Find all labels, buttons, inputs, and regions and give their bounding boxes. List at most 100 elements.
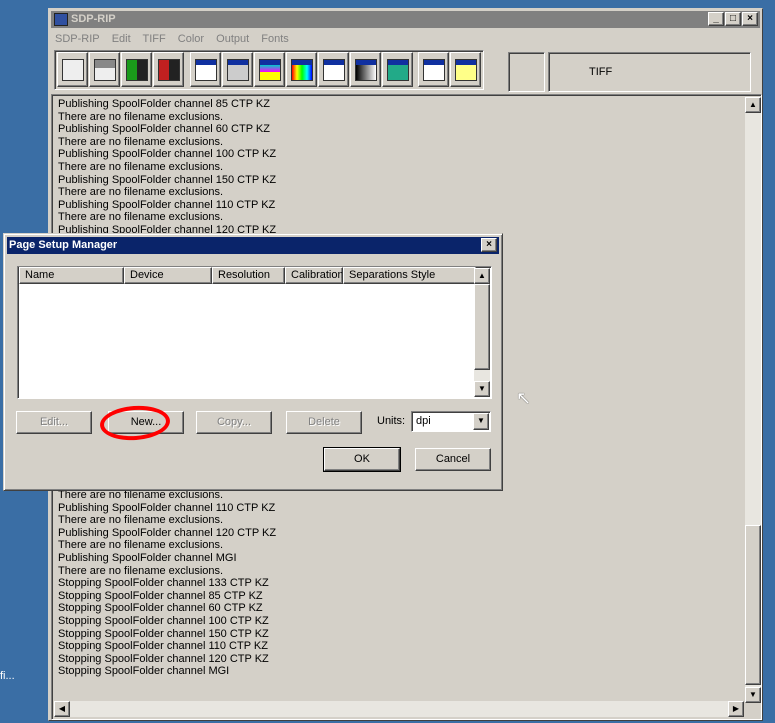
menu-bar: SDP-RIP Edit TIFF Color Output Fonts [55, 31, 298, 47]
toolbar-button-device[interactable] [222, 52, 253, 87]
toolbar-button-page-setup[interactable] [190, 52, 221, 87]
mouse-cursor-icon: ↖ [516, 388, 532, 408]
app-icon [54, 13, 68, 26]
start-traffic-light-icon [125, 58, 148, 81]
separations-icon [258, 58, 281, 81]
delete-button[interactable]: Delete [286, 411, 362, 434]
log-line: Stopping SpoolFolder channel 85 CTP KZ [58, 589, 263, 602]
screening-icon [354, 58, 377, 81]
log-line: Publishing SpoolFolder channel 110 CTP K… [58, 501, 276, 514]
units-value: dpi [416, 415, 431, 427]
minimize-button[interactable]: _ [708, 12, 724, 26]
log-line: Stopping SpoolFolder channel 133 CTP KZ [58, 577, 269, 590]
device-icon [226, 58, 249, 81]
log-line: Publishing SpoolFolder channel 120 CTP K… [58, 526, 277, 539]
print-setup-icon [93, 58, 116, 81]
toolbar-button-separations[interactable] [254, 52, 285, 87]
log-line: There are no filename exclusions. [58, 135, 224, 148]
chevron-down-icon[interactable]: ▼ [473, 413, 489, 430]
window-title: SDP-RIP [71, 13, 116, 25]
column-header-calibration[interactable]: Calibration [285, 267, 343, 284]
log-line: Publishing SpoolFolder channel 60 CTP KZ [58, 123, 270, 136]
toolbar-button-fonts[interactable] [450, 52, 481, 87]
scroll-right-arrow[interactable]: ▶ [728, 701, 744, 717]
log-line: There are no filename exclusions. [58, 160, 224, 173]
close-button[interactable]: × [742, 12, 758, 26]
units-label: Units: [377, 415, 406, 427]
toolbar-button-screening[interactable] [350, 52, 381, 87]
column-header-resolution[interactable]: Resolution [212, 267, 285, 284]
layers-icon [386, 58, 409, 81]
page-setup-dialog: Page Setup Manager × Name Device Resolut… [3, 233, 503, 491]
stop-traffic-light-icon [157, 58, 180, 81]
calibration-icon [322, 58, 345, 81]
status-pane-format: TIFF [548, 52, 751, 92]
color-bar-icon [290, 58, 313, 81]
open-print-icon [61, 58, 84, 81]
log-line: Publishing SpoolFolder channel 85 CTP KZ [58, 98, 270, 110]
dialog-title: Page Setup Manager [9, 239, 118, 251]
list-scroll-up[interactable]: ▲ [474, 268, 490, 284]
list-scroll-down[interactable]: ▼ [474, 381, 490, 397]
list-scrollbar[interactable]: ▲ ▼ [474, 268, 490, 397]
page-setup-icon [194, 58, 217, 81]
scroll-down-arrow[interactable]: ▼ [745, 687, 761, 703]
copy-button[interactable]: Copy... [196, 411, 272, 434]
column-header-device[interactable]: Device [124, 267, 212, 284]
menu-tiff[interactable]: TIFF [143, 33, 166, 45]
log-line: There are no filename exclusions. [58, 211, 224, 224]
menu-color[interactable]: Color [178, 33, 204, 45]
log-line: There are no filename exclusions. [58, 514, 224, 527]
menu-sdp-rip[interactable]: SDP-RIP [55, 33, 100, 45]
log-line: There are no filename exclusions. [58, 539, 224, 552]
toolbar-button-calibration[interactable] [318, 52, 349, 87]
toolbar-button-print-setup[interactable] [89, 52, 120, 87]
toolbar-button-layers[interactable] [382, 52, 413, 87]
scroll-left-arrow[interactable]: ◀ [54, 701, 70, 717]
vertical-scrollbar[interactable]: ▲ ▼ [745, 97, 761, 703]
title-bar: SDP-RIP _ □ × [51, 11, 760, 28]
log-line: There are no filename exclusions. [58, 564, 224, 577]
log-line: Publishing SpoolFolder channel 110 CTP K… [58, 198, 276, 211]
ok-button[interactable]: OK [323, 447, 401, 472]
log-bottom: There are no filename exclusions. Publis… [58, 489, 748, 678]
toolbar-button-stop[interactable] [153, 52, 184, 87]
log-line: Stopping SpoolFolder channel 120 CTP KZ [58, 652, 269, 665]
edit-button[interactable]: Edit... [16, 411, 92, 434]
dialog-close-button[interactable]: × [481, 238, 497, 252]
status-pane-empty [508, 52, 545, 92]
page-setup-list[interactable]: Name Device Resolution Calibration Separ… [17, 266, 492, 399]
log-top: Publishing SpoolFolder channel 85 CTP KZ… [58, 98, 748, 237]
toolbar-button-print[interactable] [57, 52, 88, 87]
log-line: Stopping SpoolFolder channel MGI [58, 665, 230, 678]
red-annotation-circle [98, 403, 172, 443]
log-line: Publishing SpoolFolder channel 150 CTP K… [58, 173, 277, 186]
column-header-separations-style[interactable]: Separations Style [343, 267, 476, 284]
menu-edit[interactable]: Edit [112, 33, 131, 45]
log-line: Publishing SpoolFolder channel MGI [58, 551, 237, 564]
fonts-icon [454, 58, 477, 81]
menu-fonts[interactable]: Fonts [261, 33, 289, 45]
units-select[interactable]: dpi ▼ [411, 411, 491, 432]
toolbar-button-output[interactable] [418, 52, 449, 87]
log-line: Publishing SpoolFolder channel 100 CTP K… [58, 148, 277, 161]
toolbar-button-color[interactable] [286, 52, 317, 87]
log-line: Stopping SpoolFolder channel 110 CTP KZ [58, 640, 268, 653]
list-scroll-thumb[interactable] [474, 284, 490, 370]
cancel-button[interactable]: Cancel [415, 448, 491, 471]
menu-output[interactable]: Output [216, 33, 249, 45]
column-header-name[interactable]: Name [19, 267, 124, 284]
dialog-title-bar: Page Setup Manager × [7, 237, 499, 254]
log-line: There are no filename exclusions. [58, 186, 224, 199]
scroll-up-arrow[interactable]: ▲ [745, 97, 761, 113]
horizontal-scrollbar[interactable]: ◀ ▶ [54, 701, 744, 717]
log-line: Stopping SpoolFolder channel 150 CTP KZ [58, 627, 269, 640]
scroll-thumb[interactable] [745, 525, 761, 685]
desktop-icon-label[interactable]: fi... [0, 670, 15, 682]
log-line: Stopping SpoolFolder channel 60 CTP KZ [58, 602, 263, 615]
log-line: Stopping SpoolFolder channel 100 CTP KZ [58, 614, 269, 627]
maximize-button[interactable]: □ [725, 12, 741, 26]
toolbar-button-start[interactable] [121, 52, 152, 87]
log-line: There are no filename exclusions. [58, 110, 224, 123]
output-arrow-icon [422, 58, 445, 81]
